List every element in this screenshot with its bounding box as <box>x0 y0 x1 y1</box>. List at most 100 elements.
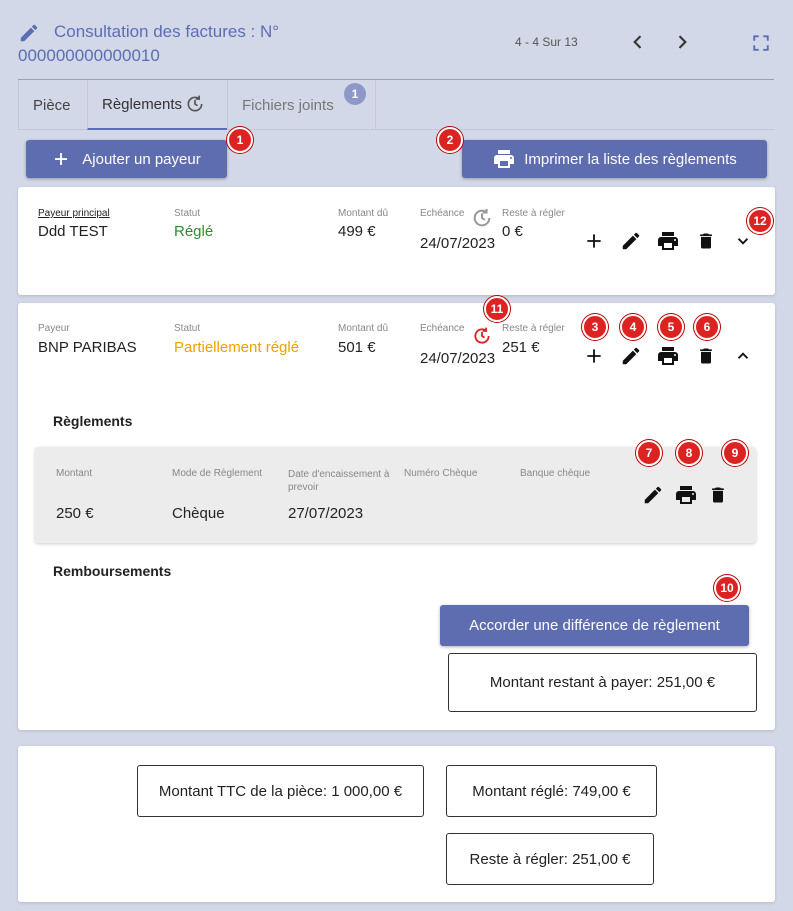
printer-icon <box>676 486 696 504</box>
payer-card-main: Payeur principal Ddd TEST Statut Réglé M… <box>18 187 775 295</box>
grant-difference-label: Accorder une différence de règlement <box>469 617 720 634</box>
total-ttc-value: 1 000,00 € <box>331 782 403 800</box>
fullscreen-icon <box>753 35 769 51</box>
annotation-marker-1: 1 <box>227 127 253 153</box>
pencil-icon <box>622 347 640 365</box>
collapse-button[interactable] <box>731 344 755 368</box>
attachments-badge: 1 <box>344 83 366 105</box>
printer-icon <box>494 150 515 168</box>
encashment-date-label: Date d'encaissement à prevoir <box>288 469 390 493</box>
total-ttc-label: Montant TTC de la pièce: <box>158 782 328 800</box>
tab-bar: Pièce Règlements Fichiers joints 1 <box>18 80 774 130</box>
payer-name: BNP PARIBAS <box>38 339 137 356</box>
payer-card-bnp: Payeur BNP PARIBAS Statut Partiellement … <box>18 303 775 730</box>
trash-icon <box>700 233 712 249</box>
annotation-marker-6: 6 <box>694 314 720 340</box>
pencil-icon <box>20 24 38 42</box>
tab-fichiers-joints[interactable]: Fichiers joints 1 <box>227 80 376 130</box>
rest-value: 251 € <box>502 339 540 356</box>
plus-icon <box>55 153 68 165</box>
total-rest-label: Reste à régler: <box>469 850 568 868</box>
date-value: 24/07/2023 <box>420 350 496 367</box>
total-paid-value: 749,00 € <box>572 782 631 800</box>
add-payer-label: Ajouter un payeur <box>82 150 201 168</box>
trash-icon <box>700 348 712 364</box>
chevron-up-icon <box>737 352 749 359</box>
reglements-title: Règlements <box>53 413 133 429</box>
print-list-label: Imprimer la liste des règlements <box>524 150 737 168</box>
rest-label: Reste à régler <box>502 208 565 219</box>
status-label: Statut <box>174 208 201 219</box>
rest-value: 0 € <box>502 223 523 240</box>
edit-button[interactable] <box>619 229 643 253</box>
remaining-value: 251,00 € <box>656 674 716 691</box>
bank-label: Banque chèque <box>520 468 591 479</box>
prev-button[interactable] <box>626 30 650 54</box>
total-paid-label: Montant réglé: <box>472 782 569 800</box>
edit-reglement-button[interactable] <box>641 483 665 507</box>
payer-name: Ddd TEST <box>38 223 108 240</box>
date-label: Echéance <box>420 323 465 334</box>
add-reglement-button[interactable] <box>582 229 606 253</box>
annotation-marker-9: 9 <box>722 440 748 466</box>
page-title: Consultation des factures : N° 000000000… <box>18 20 348 68</box>
amount-value: 250 € <box>56 505 94 522</box>
add-reglement-button[interactable] <box>582 344 606 368</box>
pencil-icon <box>622 232 640 250</box>
due-label: Montant dû <box>338 323 389 334</box>
total-paid-box: Montant réglé: 749,00 € <box>446 765 657 817</box>
payer-label: Payeur principal <box>38 208 110 219</box>
fullscreen-button[interactable] <box>752 34 770 57</box>
print-button[interactable] <box>656 229 680 253</box>
printer-icon <box>658 232 678 250</box>
due-value: 501 € <box>338 339 376 356</box>
print-reglement-button[interactable] <box>674 483 698 507</box>
grant-difference-button[interactable]: Accorder une différence de règlement <box>440 605 749 646</box>
encashment-date-value: 27/07/2023 <box>288 505 364 522</box>
print-button[interactable] <box>656 344 680 368</box>
pencil-icon <box>644 486 662 504</box>
cheque-number-label: Numéro Chèque <box>404 468 478 479</box>
add-payer-button[interactable]: Ajouter un payeur <box>26 140 227 178</box>
expand-button[interactable] <box>731 229 755 253</box>
annotation-marker-2: 2 <box>437 127 463 153</box>
chevron-left-icon <box>633 35 642 49</box>
status-value: Partiellement réglé <box>174 339 300 356</box>
edit-button[interactable] <box>619 344 643 368</box>
date-value: 24/07/2023 <box>420 235 496 252</box>
tab-piece[interactable]: Pièce <box>18 80 88 130</box>
tab-reglements-label: Règlements <box>102 95 183 113</box>
due-label: Montant dû <box>338 208 389 219</box>
status-label: Statut <box>174 323 201 334</box>
due-value: 499 € <box>338 223 376 240</box>
amount-label: Montant <box>56 468 93 479</box>
plus-icon <box>587 349 601 363</box>
page-title-text: Consultation des factures : N° 000000000… <box>18 22 280 65</box>
delete-reglement-button[interactable] <box>706 483 730 507</box>
pager-text: 4 - 4 Sur 13 <box>515 35 578 49</box>
total-rest-value: 251,00 € <box>572 850 631 868</box>
tab-piece-label: Pièce <box>33 96 71 114</box>
delete-button[interactable] <box>694 229 718 253</box>
payer-label: Payeur <box>38 323 70 334</box>
status-value: Réglé <box>174 223 214 240</box>
delete-button[interactable] <box>694 344 718 368</box>
chevron-down-icon <box>737 238 749 245</box>
history-icon <box>474 327 490 344</box>
tab-reglements[interactable]: Règlements <box>87 80 228 130</box>
next-button[interactable] <box>670 30 694 54</box>
trash-icon <box>712 487 724 503</box>
annotation-marker-3: 3 <box>582 314 608 340</box>
totals-card: Montant TTC de la pièce: 1 000,00 € Mont… <box>18 746 775 902</box>
mode-label: Mode de Règlement <box>172 468 263 479</box>
history-icon <box>187 95 203 112</box>
print-list-button[interactable]: Imprimer la liste des règlements <box>462 140 767 178</box>
remaining-label: Montant restant à payer: <box>489 674 653 691</box>
annotation-marker-10: 10 <box>714 575 740 601</box>
annotation-marker-12: 12 <box>747 208 773 234</box>
total-ttc-box: Montant TTC de la pièce: 1 000,00 € <box>137 765 424 817</box>
annotation-marker-4: 4 <box>620 314 646 340</box>
date-label: Echéance <box>420 208 465 219</box>
annotation-marker-8: 8 <box>676 440 702 466</box>
remaining-amount-box: Montant restant à payer: 251,00 € <box>448 653 757 712</box>
